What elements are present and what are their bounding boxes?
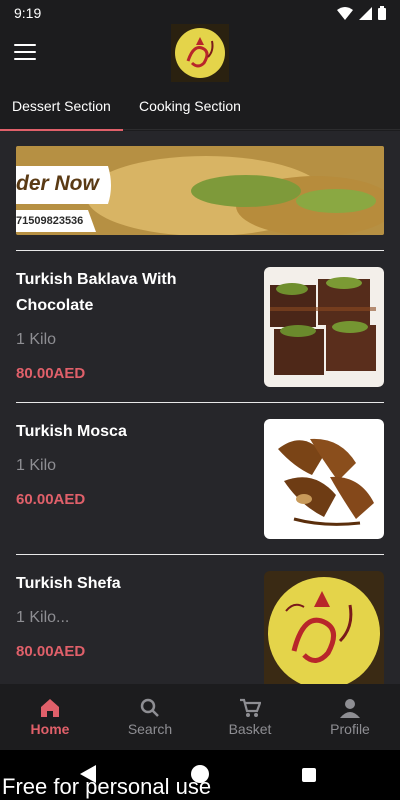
- wifi-icon: [337, 6, 353, 20]
- recents-icon[interactable]: [302, 768, 316, 782]
- product-item[interactable]: Turkish Shefa 1 Kilo... 80.00AED: [0, 555, 400, 684]
- nav-search[interactable]: Search: [100, 684, 200, 750]
- product-name: Turkish Shefa: [16, 575, 121, 592]
- search-icon: [140, 698, 159, 717]
- section-tabs: Dessert Section Cooking Section: [0, 82, 400, 131]
- product-price: 80.00AED: [16, 365, 86, 382]
- tab-dessert-section[interactable]: Dessert Section: [0, 82, 123, 131]
- product-image: [264, 419, 384, 539]
- status-bar: 9:19: [0, 0, 400, 26]
- product-item[interactable]: Turkish Mosca 1 Kilo 60.00AED: [0, 403, 400, 543]
- status-icons: [337, 6, 386, 20]
- nav-label: Basket: [228, 720, 272, 737]
- bottom-navigation: Home Search Basket Profile: [0, 684, 400, 750]
- nav-label: Search: [127, 720, 173, 737]
- product-list: der Now 71509823536 Turkish Baklava With…: [0, 131, 400, 684]
- nav-label: Home: [30, 720, 70, 737]
- nav-basket[interactable]: Basket: [200, 684, 300, 750]
- product-item[interactable]: Turkish Baklava With Chocolate 1 Kilo 80…: [0, 251, 400, 391]
- basket-icon: [240, 698, 261, 717]
- profile-icon: [340, 698, 360, 718]
- nav-home[interactable]: Home: [0, 684, 100, 750]
- app-header: [0, 24, 400, 82]
- product-price: 60.00AED: [16, 491, 86, 508]
- product-name: Turkish Baklava With Chocolate: [16, 271, 177, 314]
- signal-icon: [359, 6, 372, 20]
- product-quantity: 1 Kilo...: [16, 609, 70, 626]
- banner-phone: 71509823536: [16, 215, 84, 227]
- menu-icon[interactable]: [14, 44, 36, 62]
- tab-cooking-section[interactable]: Cooking Section: [139, 82, 241, 130]
- banner-order-now: der Now: [16, 172, 99, 195]
- battery-icon: [378, 6, 386, 20]
- product-quantity: 1 Kilo: [16, 331, 57, 348]
- promo-banner[interactable]: der Now 71509823536: [16, 146, 384, 235]
- watermark-text: Free for personal use: [2, 774, 212, 799]
- status-time: 9:19: [14, 5, 42, 21]
- product-price: 80.00AED: [16, 643, 86, 660]
- home-icon: [41, 698, 59, 717]
- nav-profile[interactable]: Profile: [300, 684, 400, 750]
- product-name: Turkish Mosca: [16, 423, 127, 440]
- brand-logo: [171, 24, 229, 82]
- product-quantity: 1 Kilo: [16, 457, 57, 474]
- product-image: [264, 571, 384, 684]
- nav-label: Profile: [330, 720, 370, 737]
- product-image: [264, 267, 384, 387]
